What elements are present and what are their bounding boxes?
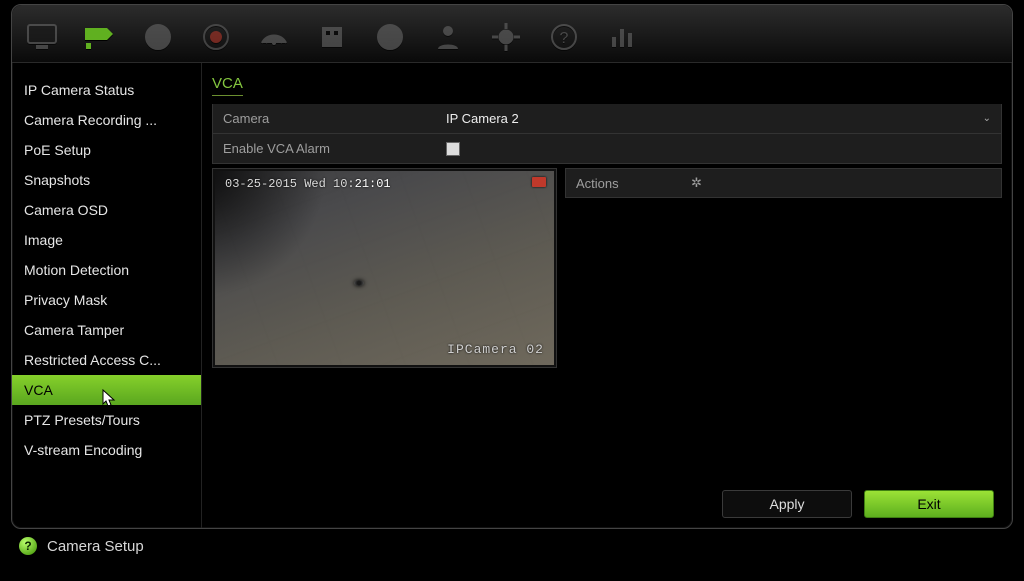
exit-button[interactable]: Exit: [864, 490, 994, 518]
top-toolbar: ?: [12, 5, 1012, 63]
osd-camera-label: IPCamera 02: [447, 342, 544, 357]
sidebar-item-snapshots[interactable]: Snapshots: [12, 165, 201, 195]
camera-preview-frame: 03-25-2015 Wed 10:21:01 IPCamera 02: [212, 168, 557, 368]
enable-vca-row: Enable VCA Alarm: [212, 134, 1002, 164]
camera-select-row: Camera IP Camera 2 ⌄: [212, 104, 1002, 134]
gear-large-icon[interactable]: [486, 17, 526, 57]
help-bubble-icon[interactable]: ?: [19, 537, 37, 555]
record-icon[interactable]: [196, 17, 236, 57]
monitor-icon[interactable]: [22, 17, 62, 57]
gear-icon[interactable]: ✲: [691, 175, 702, 191]
apply-button[interactable]: Apply: [722, 490, 852, 518]
sidebar-item-camera-tamper[interactable]: Camera Tamper: [12, 315, 201, 345]
actions-label: Actions: [566, 176, 691, 191]
camera-label: Camera: [213, 111, 438, 126]
cursor-icon: [102, 389, 116, 405]
osd-timestamp: 03-25-2015 Wed 10:21:01: [225, 177, 391, 191]
camera-select-value: IP Camera 2: [446, 111, 519, 126]
disc-icon[interactable]: [370, 17, 410, 57]
enable-vca-checkbox[interactable]: [446, 142, 460, 156]
footer-buttons: Apply Exit: [722, 490, 994, 518]
radar-icon[interactable]: [254, 17, 294, 57]
app-window: ? IP Camera Status Camera Recording ... …: [11, 4, 1013, 529]
chevron-down-icon: ⌄: [983, 113, 991, 124]
building-icon[interactable]: [312, 17, 352, 57]
sidebar-item-ptz[interactable]: PTZ Presets/Tours: [12, 405, 201, 435]
enable-vca-label: Enable VCA Alarm: [213, 141, 438, 156]
sidebar-item-restricted-access[interactable]: Restricted Access C...: [12, 345, 201, 375]
sidebar-item-image[interactable]: Image: [12, 225, 201, 255]
sidebar-item-vca[interactable]: VCA: [12, 375, 201, 405]
sidebar-item-motion-detection[interactable]: Motion Detection: [12, 255, 201, 285]
help-icon[interactable]: ?: [544, 17, 584, 57]
sidebar-item-ip-camera-status[interactable]: IP Camera Status: [12, 75, 201, 105]
record-indicator-icon: [532, 177, 546, 187]
statusbar-text: Camera Setup: [47, 538, 144, 555]
main-panel: VCA Camera IP Camera 2 ⌄ Enable VCA Alar…: [202, 63, 1012, 528]
page-title: VCA: [212, 75, 243, 96]
sidebar-item-camera-recording[interactable]: Camera Recording ...: [12, 105, 201, 135]
sidebar-item-camera-osd[interactable]: Camera OSD: [12, 195, 201, 225]
person-icon[interactable]: [428, 17, 468, 57]
camera-preview[interactable]: 03-25-2015 Wed 10:21:01 IPCamera 02: [215, 171, 554, 365]
status-bar: ? Camera Setup: [11, 535, 1013, 557]
globe-dots-icon[interactable]: [138, 17, 178, 57]
sidebar-item-label: VCA: [24, 382, 53, 398]
camera-icon[interactable]: [80, 17, 120, 57]
sidebar: IP Camera Status Camera Recording ... Po…: [12, 63, 202, 528]
sidebar-item-privacy-mask[interactable]: Privacy Mask: [12, 285, 201, 315]
chart-icon[interactable]: [602, 17, 642, 57]
sidebar-item-poe-setup[interactable]: PoE Setup: [12, 135, 201, 165]
actions-panel: Actions ✲: [565, 168, 1002, 368]
camera-select[interactable]: IP Camera 2 ⌄: [438, 111, 1001, 126]
svg-text:?: ?: [560, 30, 569, 47]
sidebar-item-vstream[interactable]: V-stream Encoding: [12, 435, 201, 465]
